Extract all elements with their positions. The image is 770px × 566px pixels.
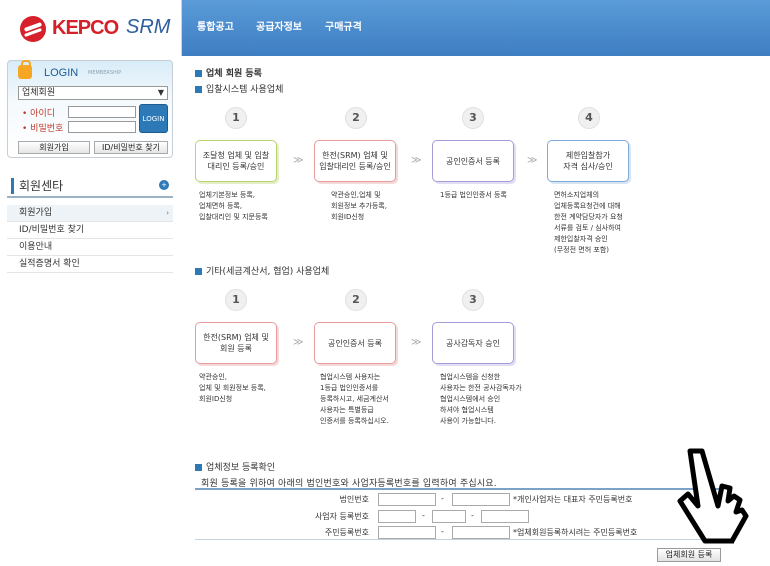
field-label: 법인번호: [339, 495, 369, 504]
business-number-3-input[interactable]: [481, 510, 529, 523]
step-box: 제한입찰참가 자격 심사/승인: [547, 140, 629, 182]
step-number: 2: [345, 289, 367, 311]
member-type-value: 업체회원: [22, 88, 56, 98]
step-number: 1: [225, 107, 247, 129]
title-bar-accent: [11, 178, 14, 194]
member-center-header: 회원센타 +: [7, 174, 173, 198]
dropdown-arrow-icon: ▼: [157, 88, 164, 97]
step-box: 공인인증서 등록: [314, 322, 396, 364]
arrow-separator-icon: ≫: [527, 155, 538, 166]
step-number: 3: [462, 107, 484, 129]
section-other-title: 기타(세금계산서, 협업) 사용업체: [195, 264, 329, 277]
hand-pointer-icon: [677, 448, 749, 544]
id-input[interactable]: [68, 106, 136, 118]
kepco-logo-icon: [20, 16, 46, 42]
step-number: 3: [462, 289, 484, 311]
step-number: 4: [578, 107, 600, 129]
menu-purchase-spec[interactable]: 구매규격: [325, 18, 362, 33]
company-verify-form: 법인번호 - *개인사업자는 대표자 주민등록번호 사업자 등록번호 - - 주…: [195, 488, 725, 540]
logo-text: KEPCO: [52, 17, 119, 39]
sidebar-item-label: 회원가입: [19, 208, 53, 218]
form-row-business-number: 사업자 등록번호 - -: [195, 509, 725, 526]
login-title: LOGIN: [44, 67, 79, 79]
plus-circle-icon[interactable]: +: [159, 180, 169, 190]
field-label: 사업자 등록번호: [314, 512, 369, 521]
bullet-icon: [195, 464, 202, 471]
menu-supplier-info[interactable]: 공급자정보: [256, 18, 302, 33]
login-button[interactable]: LOGIN: [139, 104, 168, 133]
business-number-2-input[interactable]: [432, 510, 466, 523]
page-title: 업체 회원 등록: [195, 66, 262, 79]
arrow-separator-icon: ≫: [293, 337, 304, 348]
sidebar-item-guide[interactable]: 이용안내: [7, 239, 173, 256]
step-description: 약관승인,업체 및 회원정보 추가등록, 회원ID신청: [331, 191, 387, 221]
resident-number-1-input[interactable]: [378, 526, 436, 539]
login-subtitle: MEMBERSHIP: [88, 70, 122, 76]
step-description: 협업시스템을 신청한 사용자는 한전 공사감독자가 협업시스템에서 승인 하셔야…: [440, 373, 522, 425]
bullet-icon: [195, 86, 202, 93]
login-box: LOGIN MEMBERSHIP 업체회원 ▼ • 아이디 • 비밀번호 LOG…: [7, 60, 173, 158]
field-label: 주민등록번호: [324, 528, 369, 537]
step-description: 면허소지업체의 업체등록요청건에 대해 한전 계약담당자가 요청 서류를 검토 …: [554, 191, 623, 254]
form-row-corp-number: 법인번호 - *개인사업자는 대표자 주민등록번호: [195, 492, 725, 509]
top-nav-bar: 통합공고 공급자정보 구매규격: [182, 0, 770, 56]
dash: -: [471, 511, 474, 520]
dash: -: [422, 511, 425, 520]
step-description: 1등급 법인인증서 등록: [440, 191, 507, 199]
corp-number-1-input[interactable]: [378, 493, 436, 506]
sidebar-item-label: 이용안내: [19, 242, 53, 252]
dash: -: [441, 527, 444, 536]
chevron-right-icon: ›: [166, 209, 169, 217]
step-number: 1: [225, 289, 247, 311]
password-input[interactable]: [68, 121, 136, 133]
password-label: • 비밀번호: [22, 124, 64, 134]
sidebar-item-find-id[interactable]: ID/비밀번호 찾기: [7, 222, 173, 239]
section-bidding-title: 입찰시스템 사용업체: [195, 82, 283, 95]
register-company-button[interactable]: 업체회원 등록: [657, 548, 721, 562]
bullet-icon: [195, 268, 202, 275]
member-type-select[interactable]: 업체회원 ▼: [18, 86, 168, 100]
join-button[interactable]: 회원가입: [18, 141, 90, 154]
step-number: 2: [345, 107, 367, 129]
resident-number-2-input[interactable]: [452, 526, 510, 539]
bullet-icon: [195, 70, 202, 77]
find-id-password-button[interactable]: ID/비밀번호 찾기: [94, 141, 168, 154]
sidebar-item-certificate[interactable]: 실적증명서 확인: [7, 256, 173, 273]
arrow-separator-icon: ≫: [411, 337, 422, 348]
arrow-separator-icon: ≫: [293, 155, 304, 166]
business-number-1-input[interactable]: [378, 510, 416, 523]
sidebar-item-join[interactable]: 회원가입 ›: [7, 205, 173, 222]
step-box: 공인인증서 등록: [432, 140, 514, 182]
step-box: 조달청 업체 및 입찰 대리인 등록/승인: [195, 140, 277, 182]
corp-number-2-input[interactable]: [452, 493, 510, 506]
sidebar-item-label: ID/비밀번호 찾기: [19, 225, 85, 235]
step-box: 공사감독자 승인: [432, 322, 514, 364]
step-description: 협업시스템 사용자는 1등급 법인인증서를 등록하시고, 세금계산서 사용자는 …: [320, 373, 389, 425]
step-box: 한전(SRM) 업체 및 입찰대리인 등록/승인: [314, 140, 396, 182]
logo-area[interactable]: KEPCO SRM: [0, 0, 182, 56]
section-verify-title: 업체정보 등록확인: [195, 460, 275, 473]
field-note: *개인사업자는 대표자 주민등록번호: [513, 495, 633, 504]
logo-srm-text: SRM: [126, 16, 171, 38]
step-box: 한전(SRM) 업체 및 회원 등록: [195, 322, 277, 364]
dash: -: [441, 494, 444, 503]
form-row-resident-number: 주민등록번호 - *업체회원등록하시려는 주민등록번호: [195, 525, 725, 542]
id-label: • 아이디: [22, 109, 56, 119]
lock-icon: [18, 60, 32, 79]
arrow-separator-icon: ≫: [411, 155, 422, 166]
step-description: 약관승인, 업체 및 회원정보 등록, 회원ID신청: [199, 373, 266, 403]
menu-integrated-notice[interactable]: 통합공고: [197, 18, 234, 33]
sidebar-item-label: 실적증명서 확인: [19, 259, 80, 269]
member-center-title: 회원센타: [19, 179, 64, 193]
field-note: *업체회원등록하시려는 주민등록번호: [513, 528, 638, 537]
step-description: 업체기본정보 등록, 업체면허 등록, 입찰대리인 및 지문등록: [199, 191, 268, 221]
